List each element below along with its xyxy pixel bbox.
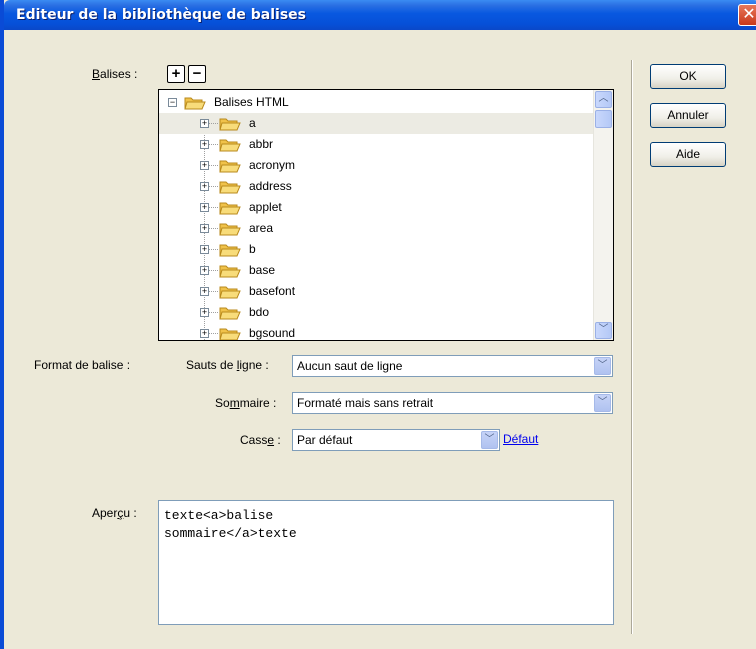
contents-label-mnemonic: m bbox=[229, 396, 240, 410]
tree-node-label: basefont bbox=[249, 284, 296, 298]
contents-label: Sommaire : bbox=[215, 396, 276, 410]
tree-node-label: base bbox=[249, 263, 276, 277]
tags-label: Balises : bbox=[92, 67, 137, 81]
folder-icon bbox=[219, 244, 241, 257]
preview-label-post: u : bbox=[123, 506, 137, 520]
help-button[interactable]: Aide bbox=[650, 142, 726, 167]
preview-line-2: sommaire</a>texte bbox=[164, 526, 297, 541]
tags-label-mnemonic: B bbox=[92, 67, 101, 81]
close-button[interactable]: ✕ bbox=[738, 4, 756, 26]
dialog-window: Editeur de la bibliothèque de balises ✕ … bbox=[0, 0, 756, 649]
tree-node-label: b bbox=[249, 242, 256, 256]
tree-node[interactable]: + a bbox=[159, 113, 595, 134]
collapse-icon[interactable]: − bbox=[168, 98, 177, 107]
chevron-down-icon[interactable]: ﹀ bbox=[594, 357, 611, 375]
contents-select[interactable]: Formaté mais sans retrait ﹀ bbox=[292, 392, 613, 414]
tree-root-node[interactable]: − Balises HTML bbox=[159, 92, 595, 113]
tree-node-label: acronym bbox=[249, 158, 296, 172]
tree-root-label: Balises HTML bbox=[214, 95, 289, 109]
contents-label-pre: So bbox=[215, 396, 230, 410]
preview-label: Aperçu : bbox=[92, 506, 137, 520]
minus-icon: − bbox=[192, 65, 202, 82]
expand-icon[interactable]: + bbox=[200, 266, 209, 275]
default-case-link[interactable]: Défaut bbox=[503, 432, 538, 446]
expand-icon[interactable]: + bbox=[200, 119, 209, 128]
case-select[interactable]: Par défaut ﹀ bbox=[292, 429, 500, 451]
expand-icon[interactable]: + bbox=[200, 161, 209, 170]
tag-tree[interactable]: − Balises HTML + a + abbr + acronym + address + a… bbox=[158, 89, 614, 341]
folder-open-icon bbox=[184, 97, 206, 110]
tree-node-label: applet bbox=[249, 200, 282, 214]
expand-icon[interactable]: + bbox=[200, 224, 209, 233]
tree-node-label: bgsound bbox=[249, 326, 296, 340]
folder-icon bbox=[219, 160, 241, 173]
folder-icon bbox=[219, 202, 241, 215]
tree-node-label: a bbox=[249, 116, 256, 130]
contents-value: Formaté mais sans retrait bbox=[297, 396, 434, 410]
title-bar: Editeur de la bibliothèque de balises ✕ bbox=[4, 0, 756, 30]
folder-icon bbox=[219, 286, 241, 299]
expand-icon[interactable]: + bbox=[200, 287, 209, 296]
tree-node-label: abbr bbox=[249, 137, 274, 151]
tree-node-label: address bbox=[249, 179, 292, 193]
line-breaks-label-pre: Sauts de bbox=[186, 358, 237, 372]
tree-node[interactable]: + address bbox=[159, 176, 595, 197]
plus-icon: + bbox=[171, 65, 181, 82]
folder-icon bbox=[219, 265, 241, 278]
preview-box: texte<a>balise sommaire</a>texte bbox=[158, 500, 614, 625]
expand-icon[interactable]: + bbox=[200, 329, 209, 338]
tags-label-text: alises : bbox=[100, 67, 138, 81]
scroll-thumb[interactable] bbox=[595, 110, 612, 128]
expand-icon[interactable]: + bbox=[200, 203, 209, 212]
tree-node[interactable]: + bgsound bbox=[159, 323, 595, 340]
expand-icon[interactable]: + bbox=[200, 140, 209, 149]
tree-node-label: bdo bbox=[249, 305, 270, 319]
cancel-button[interactable]: Annuler bbox=[650, 103, 726, 128]
folder-icon bbox=[219, 307, 241, 320]
folder-icon bbox=[219, 139, 241, 152]
tree-node[interactable]: + applet bbox=[159, 197, 595, 218]
tree-node[interactable]: + b bbox=[159, 239, 595, 260]
scroll-down-button[interactable]: ﹀ bbox=[595, 322, 612, 339]
preview-label-pre: Aper bbox=[92, 506, 118, 520]
tree-node[interactable]: + bdo bbox=[159, 302, 595, 323]
tree-vertical-scrollbar[interactable]: ︿ ﹀ bbox=[593, 90, 613, 340]
line-breaks-label: Sauts de ligne : bbox=[186, 358, 269, 372]
dialog-title: Editeur de la bibliothèque de balises bbox=[16, 7, 307, 23]
chevron-up-icon: ︿ bbox=[598, 93, 609, 104]
tree-node[interactable]: + area bbox=[159, 218, 595, 239]
folder-icon bbox=[219, 118, 241, 131]
tree-node[interactable]: + basefont bbox=[159, 281, 595, 302]
tag-tree-content: − Balises HTML + a + abbr + acronym + address + a… bbox=[159, 90, 595, 340]
line-breaks-value: Aucun saut de ligne bbox=[297, 359, 403, 373]
vertical-separator bbox=[631, 60, 633, 634]
line-breaks-label-post: igne : bbox=[239, 358, 269, 372]
remove-tag-button[interactable]: − bbox=[188, 65, 206, 83]
folder-icon bbox=[219, 328, 241, 340]
add-tag-button[interactable]: + bbox=[167, 65, 185, 83]
tree-node-label: area bbox=[249, 221, 274, 235]
expand-icon[interactable]: + bbox=[200, 182, 209, 191]
scroll-up-button[interactable]: ︿ bbox=[595, 91, 612, 108]
folder-icon bbox=[219, 181, 241, 194]
case-value: Par défaut bbox=[297, 433, 353, 447]
chevron-down-icon[interactable]: ﹀ bbox=[594, 394, 611, 412]
tree-node[interactable]: + acronym bbox=[159, 155, 595, 176]
case-label-post: : bbox=[274, 433, 281, 447]
folder-icon bbox=[219, 223, 241, 236]
tag-format-label: Format de balise : bbox=[34, 358, 131, 372]
expand-icon[interactable]: + bbox=[200, 245, 209, 254]
chevron-down-icon: ﹀ bbox=[598, 324, 609, 335]
tree-node[interactable]: + base bbox=[159, 260, 595, 281]
line-breaks-select[interactable]: Aucun saut de ligne ﹀ bbox=[292, 355, 613, 377]
ok-button[interactable]: OK bbox=[650, 64, 726, 89]
expand-icon[interactable]: + bbox=[200, 308, 209, 317]
case-label-pre: Cass bbox=[240, 433, 268, 447]
case-label: Casse : bbox=[240, 433, 281, 447]
preview-line-1: texte<a>balise bbox=[164, 508, 274, 523]
tree-node[interactable]: + abbr bbox=[159, 134, 595, 155]
contents-label-post: maire : bbox=[239, 396, 277, 410]
chevron-down-icon[interactable]: ﹀ bbox=[481, 431, 498, 449]
